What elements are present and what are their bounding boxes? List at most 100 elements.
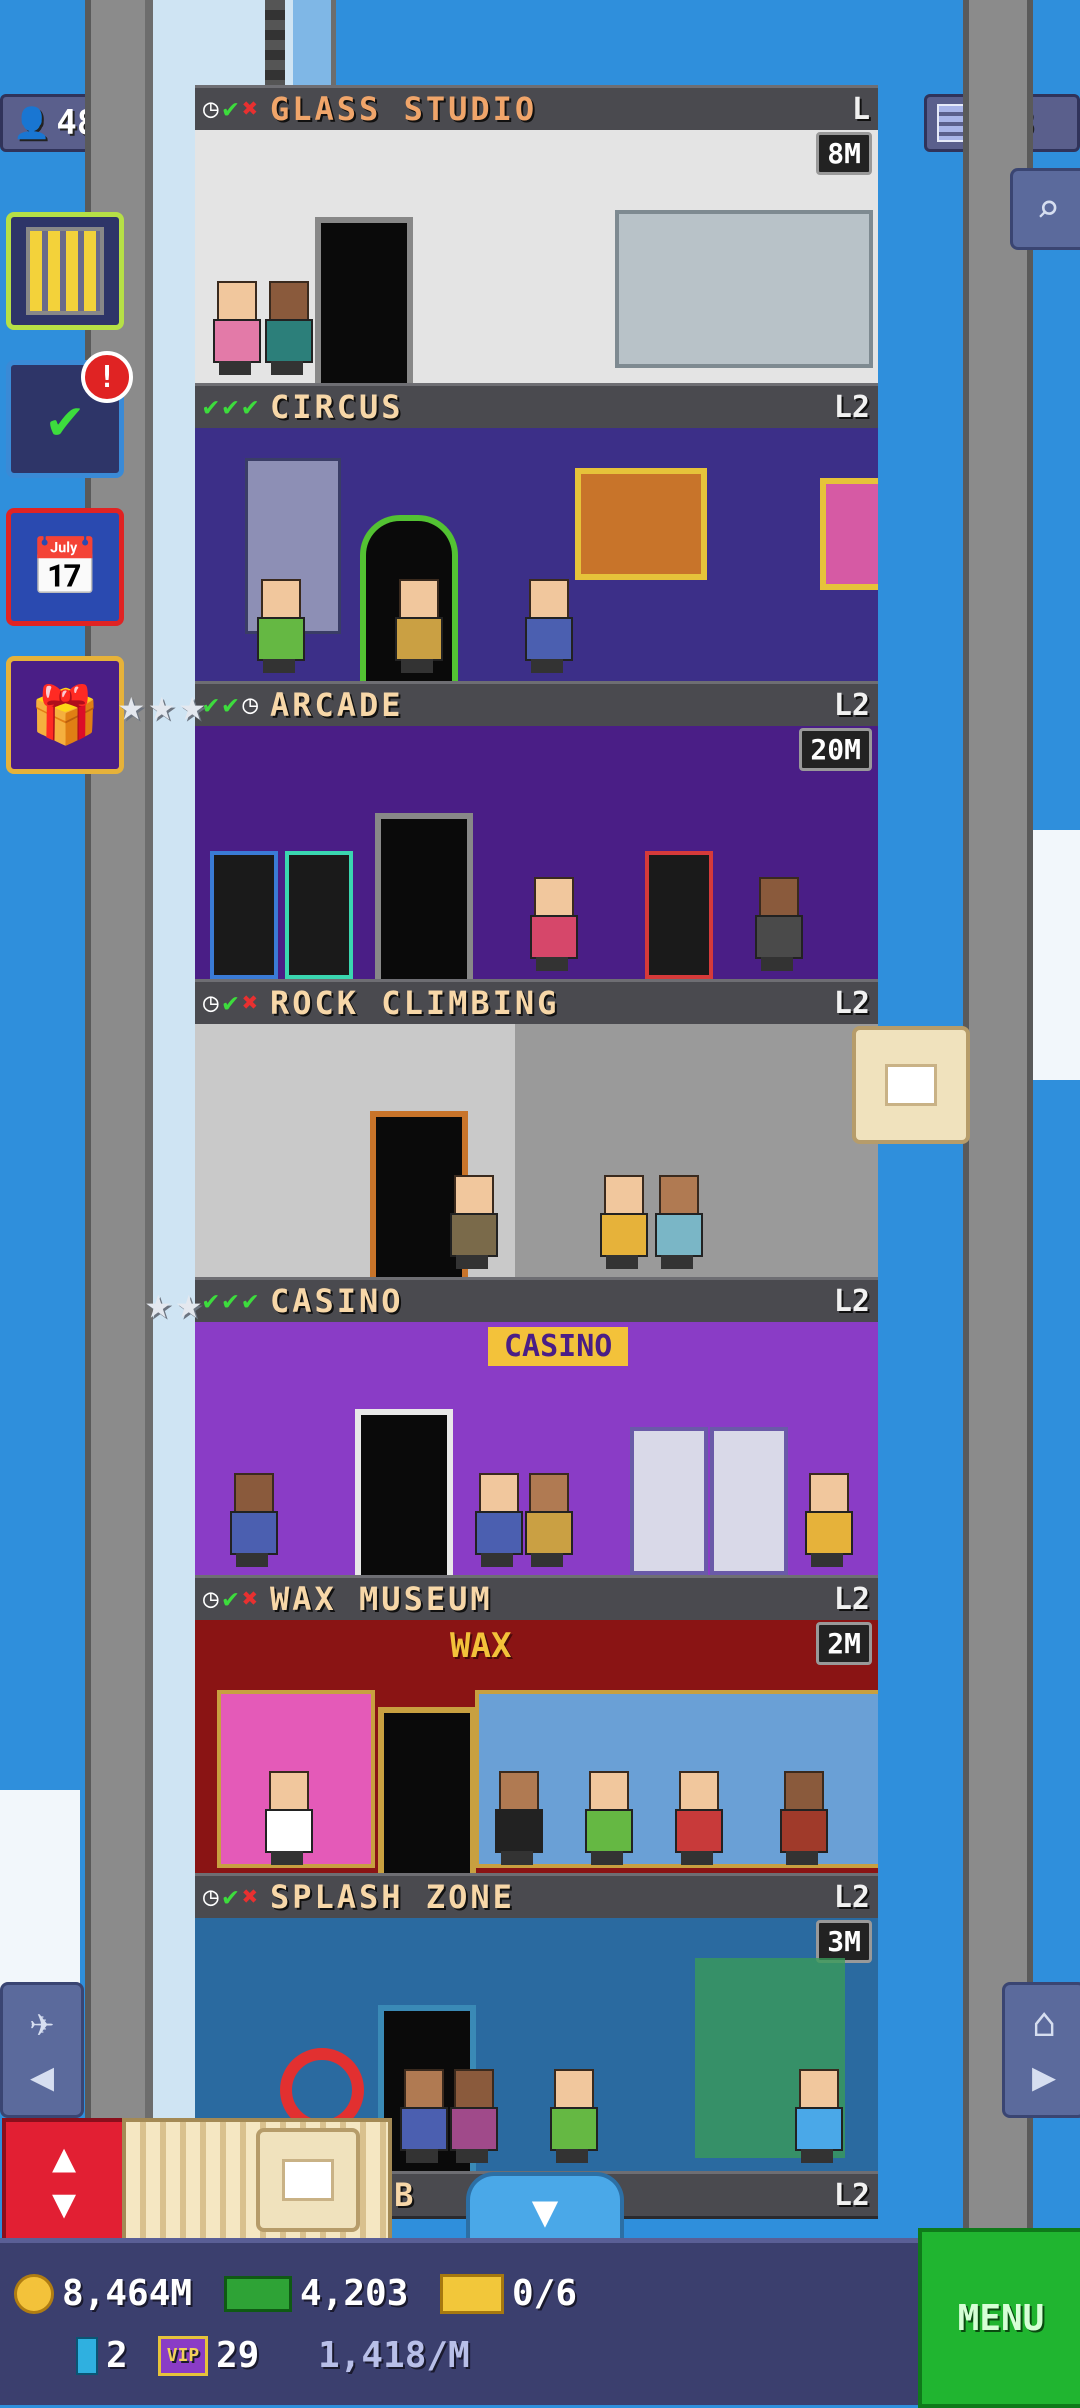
floor-name: GLASS STUDIO <box>269 90 538 128</box>
build-floor-button[interactable] <box>6 212 124 330</box>
floor-name: CASINO <box>269 1282 404 1320</box>
floor-arcade[interactable]: ✔ ✔ ◷ ARCADE L2 20M <box>195 681 878 979</box>
bitizen[interactable] <box>265 281 313 377</box>
coins-display[interactable]: 8,464M <box>14 2273 192 2314</box>
floor-room: 2M WAX <box>195 1620 878 1873</box>
crate-icon <box>282 2159 334 2201</box>
tower-right-wall <box>963 0 1033 2240</box>
bitizen[interactable] <box>525 579 573 675</box>
floor-rock-climbing[interactable]: ◷ ✔ ✖ ROCK CLIMBING L2 <box>195 979 878 1277</box>
bitizen[interactable] <box>257 579 305 675</box>
bitizen[interactable] <box>755 877 803 973</box>
bitizen[interactable] <box>230 1473 278 1569</box>
floor-wax-museum[interactable]: ◷ ✔ ✖ WAX MUSEUM L2 2M WAX <box>195 1575 878 1873</box>
tickets-display[interactable]: 0/6 <box>440 2273 577 2314</box>
bitizen[interactable] <box>550 2069 598 2165</box>
income-rate: 1,418/M <box>318 2335 470 2376</box>
check-icon: ✔ <box>222 392 239 422</box>
bitizen[interactable] <box>265 1771 313 1867</box>
blue-resource-display[interactable]: 2 <box>76 2335 128 2376</box>
floor-room: CASINO <box>195 1322 878 1575</box>
floor-level: L2 <box>833 389 870 425</box>
elevator-updown-button[interactable]: ▲ ▼ <box>2 2118 126 2244</box>
check-icon: ✔ <box>203 392 219 422</box>
calendar-button[interactable]: 📅 <box>6 508 124 626</box>
gift-button[interactable]: 🎁 <box>6 656 124 774</box>
shelf <box>615 210 873 368</box>
scroll-down-button[interactable]: ▼ <box>466 2172 624 2246</box>
bitizen[interactable] <box>495 1771 543 1867</box>
bitizen[interactable] <box>530 877 578 973</box>
calendar-icon: 📅 <box>30 535 100 600</box>
bitizen[interactable] <box>450 2069 498 2165</box>
casino-sign: CASINO <box>485 1324 632 1369</box>
clown-poster <box>820 478 878 590</box>
floor-header: ✔ ✔ ◷ ARCADE L2 <box>195 681 878 729</box>
menu-button[interactable]: MENU <box>918 2228 1080 2408</box>
search-floor-button[interactable]: ⌕ <box>1010 168 1080 250</box>
building-grid-icon <box>26 227 104 315</box>
check-icon: ✔ <box>222 1584 239 1614</box>
coins-value: 8,464M <box>62 2273 193 2314</box>
clock-icon: ◷ <box>242 690 258 720</box>
star-rating: ★★★ <box>118 680 210 731</box>
bux-icon <box>224 2275 292 2312</box>
room-door <box>315 217 413 383</box>
coin-icon <box>14 2273 54 2314</box>
bitizen[interactable] <box>525 1473 573 1569</box>
money-badge[interactable]: 8M <box>816 132 872 175</box>
bitizen[interactable] <box>400 2069 448 2165</box>
visit-left-button[interactable]: ✈ ◀ <box>0 1982 84 2118</box>
clock-icon: ◷ <box>203 94 219 124</box>
bitizen[interactable] <box>450 1175 498 1271</box>
floor-status-icons: ◷ ✔ ✖ <box>203 1584 258 1614</box>
floor-glass-studio[interactable]: ◷ ✔ ✖ GLASS STUDIO L 8M <box>195 85 878 383</box>
cross-icon: ✖ <box>242 94 258 124</box>
cross-icon: ✖ <box>242 1584 258 1614</box>
money-badge[interactable]: 3M <box>816 1920 872 1963</box>
cross-icon: ✖ <box>242 988 258 1018</box>
room-door <box>378 1707 476 1873</box>
floor-header: ◷ ✔ ✖ SPLASH ZONE L2 <box>195 1873 878 1921</box>
storage-crate-button[interactable] <box>852 1026 970 1144</box>
arrow-up-icon: ▲ <box>51 2135 77 2181</box>
cross-icon: ✖ <box>242 1882 258 1912</box>
missions-button[interactable]: ✔ ! <box>6 351 133 478</box>
arrow-left-icon: ◀ <box>29 2054 55 2100</box>
cloud <box>1030 830 1080 1080</box>
floor-status-icons: ◷ ✔ ✖ <box>203 1882 258 1912</box>
check-icon: ✔ <box>222 1882 239 1912</box>
elevator-panel[interactable] <box>122 2118 392 2244</box>
bitizen[interactable] <box>795 2069 843 2165</box>
check-icon: ✔ <box>222 988 239 1018</box>
floor-level: L2 <box>833 985 870 1021</box>
bitizen[interactable] <box>395 579 443 675</box>
floor-casino[interactable]: ✔ ✔ ✔ CASINO L2 CASINO <box>195 1277 878 1575</box>
bitizen[interactable] <box>675 1771 723 1867</box>
bitizen[interactable] <box>475 1473 523 1569</box>
floor-header: ✔ ✔ ✔ CIRCUS L2 <box>195 383 878 431</box>
vip-display[interactable]: VIP 29 <box>158 2335 259 2376</box>
money-badge[interactable]: 2M <box>816 1622 872 1665</box>
bitizen[interactable] <box>655 1175 703 1271</box>
visit-right-button[interactable]: ⌂ ▶ <box>1002 1982 1080 2118</box>
check-icon: ✔ <box>222 94 239 124</box>
bitizen[interactable] <box>600 1175 648 1271</box>
gift-icon: 🎁 <box>30 683 100 748</box>
bitizen[interactable] <box>805 1473 853 1569</box>
storage-crate-button[interactable] <box>256 2128 360 2232</box>
bux-display[interactable]: 4,203 <box>224 2273 408 2314</box>
bitizen[interactable] <box>213 281 261 377</box>
bitizen[interactable] <box>585 1771 633 1867</box>
arrow-right-icon: ▶ <box>1031 2054 1057 2100</box>
clock-icon: ◷ <box>203 1882 219 1912</box>
floor-name: CIRCUS <box>269 388 404 426</box>
money-badge[interactable]: 20M <box>799 728 872 771</box>
bux-value: 4,203 <box>300 2273 409 2314</box>
income-rate-value: 1,418/M <box>318 2335 470 2376</box>
floor-status-icons: ✔ ✔ ◷ <box>203 690 258 720</box>
bitizen[interactable] <box>780 1771 828 1867</box>
floor-status-icons: ◷ ✔ ✖ <box>203 94 258 124</box>
tickets-value: 0/6 <box>512 2273 578 2314</box>
floor-circus[interactable]: ✔ ✔ ✔ CIRCUS L2 <box>195 383 878 681</box>
